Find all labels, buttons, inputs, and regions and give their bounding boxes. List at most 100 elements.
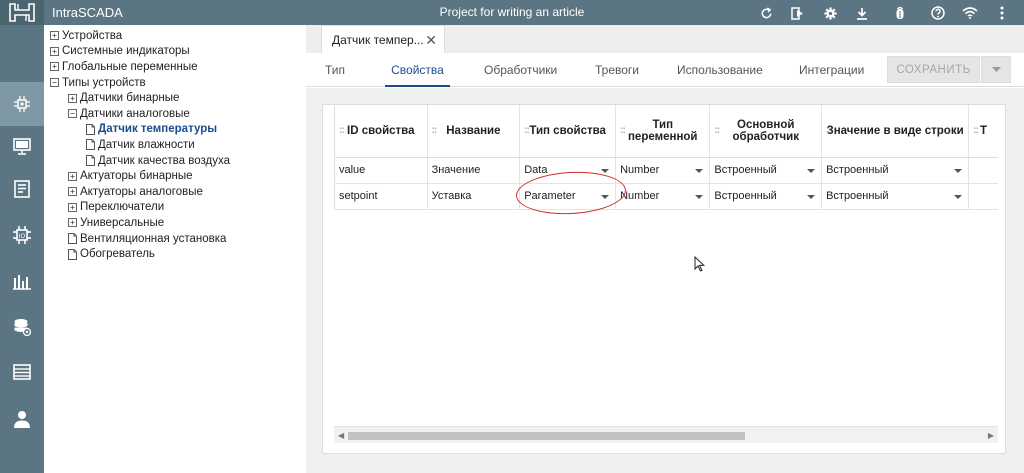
table-cell[interactable]: setpoint xyxy=(334,183,428,210)
column-header[interactable]: :: Тип переменной xyxy=(615,105,710,158)
rail-reports[interactable] xyxy=(0,167,44,211)
exit-run-icon[interactable] xyxy=(782,3,814,23)
table-cell[interactable]: Уставка xyxy=(426,183,520,210)
tree-node[interactable]: − Датчики аналоговые xyxy=(44,106,306,122)
settings-icon[interactable] xyxy=(814,3,846,23)
download-icon[interactable] xyxy=(846,3,878,23)
table-cell[interactable]: Встроенный xyxy=(821,183,969,210)
dropdown-arrow-icon[interactable] xyxy=(695,168,704,173)
expand-icon[interactable]: + xyxy=(68,218,77,228)
refresh-icon[interactable] xyxy=(750,3,782,23)
rail-charts[interactable] xyxy=(0,260,44,304)
expand-icon[interactable]: + xyxy=(50,62,59,72)
expand-icon[interactable]: + xyxy=(68,171,77,181)
tree-node-label: Актуаторы аналоговые xyxy=(80,185,203,198)
grid-scroll-area[interactable]: :: ID свойства:: Название:: Тип свойства:: Т… xyxy=(334,105,998,443)
table-cell[interactable]: Data xyxy=(519,157,616,184)
dropdown-arrow-icon[interactable] xyxy=(954,168,963,173)
tree-node[interactable]: + Глобальные переменные xyxy=(44,59,306,75)
table-cell[interactable]: Значение xyxy=(426,157,520,184)
more-vertical-icon[interactable] xyxy=(986,3,1018,23)
dropdown-arrow-icon[interactable] xyxy=(807,194,816,199)
column-header[interactable]: :: Основной обработчик xyxy=(709,105,822,158)
rail-monitor[interactable] xyxy=(0,124,44,168)
rail-devices[interactable] xyxy=(0,82,44,126)
save-button[interactable]: СОХРАНИТЬ xyxy=(887,56,980,83)
table-cell[interactable]: Number xyxy=(615,157,710,184)
tree-node[interactable]: Датчик температуры xyxy=(44,122,306,138)
table-cell[interactable]: Встроенный xyxy=(821,157,969,184)
collapse-icon[interactable]: − xyxy=(50,78,59,88)
column-header[interactable]: :: Значение в виде строки xyxy=(821,105,969,158)
table-cell[interactable] xyxy=(968,183,998,210)
subtab-alarms[interactable]: Тревоги xyxy=(595,53,639,87)
tree-node[interactable]: + Датчики бинарные xyxy=(44,90,306,106)
drag-handle-icon[interactable]: :: xyxy=(826,125,832,136)
expand-icon[interactable]: + xyxy=(68,187,77,197)
subtab-handlers[interactable]: Обработчики xyxy=(484,53,557,87)
tree-node[interactable]: + Переключатели xyxy=(44,200,306,216)
expand-icon[interactable]: + xyxy=(50,46,59,56)
table-cell[interactable]: Встроенный xyxy=(709,157,822,184)
help-icon[interactable] xyxy=(922,3,954,23)
tree-node[interactable]: Обогреватель xyxy=(44,246,306,262)
table-cell[interactable] xyxy=(968,157,998,184)
tree-node[interactable]: Датчик качества воздуха xyxy=(44,153,306,169)
table-cell[interactable]: Number xyxy=(615,183,710,210)
wifi-icon[interactable] xyxy=(954,3,986,23)
scroll-right-icon[interactable]: ▶ xyxy=(988,431,994,440)
app-logo[interactable] xyxy=(0,0,44,25)
tree-node[interactable]: Датчик влажности xyxy=(44,137,306,153)
dropdown-arrow-icon[interactable] xyxy=(807,168,816,173)
rail-user[interactable] xyxy=(0,397,44,441)
expand-icon[interactable]: + xyxy=(50,31,59,41)
scrollbar-thumb[interactable] xyxy=(348,432,745,440)
tree-node-label: Типы устройств xyxy=(62,76,146,89)
dropdown-arrow-icon[interactable] xyxy=(601,194,610,199)
rail-network[interactable]: IO xyxy=(0,213,44,257)
drag-handle-icon[interactable]: :: xyxy=(973,125,979,136)
horizontal-scrollbar[interactable]: ◀ ▶ xyxy=(334,426,998,443)
tree-node[interactable]: − Типы устройств xyxy=(44,75,306,91)
save-dropdown-button[interactable] xyxy=(981,56,1011,83)
drag-handle-icon[interactable]: :: xyxy=(620,125,626,136)
rail-archive[interactable] xyxy=(0,350,44,394)
column-header[interactable]: :: Т xyxy=(968,105,998,158)
tree-node[interactable]: + Устройства xyxy=(44,28,306,44)
dropdown-arrow-icon[interactable] xyxy=(601,168,610,173)
rail-database[interactable] xyxy=(0,305,44,349)
top-bar: IntraSCADA Project for writing an articl… xyxy=(0,0,1024,25)
drag-handle-icon[interactable]: :: xyxy=(339,125,345,136)
column-header[interactable]: :: Название xyxy=(426,105,520,158)
subtab-type[interactable]: Тип xyxy=(325,53,345,87)
tree-node[interactable]: + Актуаторы бинарные xyxy=(44,168,306,184)
column-header[interactable]: :: ID свойства xyxy=(334,105,428,158)
tree-node[interactable]: + Системные индикаторы xyxy=(44,44,306,60)
expand-icon[interactable]: + xyxy=(68,93,77,103)
table-cell[interactable]: Встроенный xyxy=(709,183,822,210)
subtab-properties[interactable]: Свойства xyxy=(385,53,450,87)
column-header[interactable]: :: Тип свойства xyxy=(519,105,616,158)
tree-node[interactable]: + Актуаторы аналоговые xyxy=(44,184,306,200)
table-row[interactable]: value Значение Data Number Встроенный Встроен… xyxy=(334,157,998,184)
monitor-icon xyxy=(13,137,31,155)
subtab-integrations[interactable]: Интеграции xyxy=(799,53,864,87)
table-cell[interactable]: Parameter xyxy=(519,183,616,210)
dropdown-arrow-icon[interactable] xyxy=(954,194,963,199)
drag-handle-icon[interactable]: :: xyxy=(524,125,530,136)
column-header-label: ID свойства xyxy=(347,124,415,137)
tab-temperature-sensor[interactable]: Датчик темпер... ✕ xyxy=(321,25,445,53)
tree-node[interactable]: Вентиляционная установка xyxy=(44,231,306,247)
tree-node[interactable]: + Универсальные xyxy=(44,215,306,231)
table-row[interactable]: setpoint Уставка Parameter Number Встроенный… xyxy=(334,183,998,210)
scroll-left-icon[interactable]: ◀ xyxy=(338,431,344,440)
dropdown-arrow-icon[interactable] xyxy=(695,194,704,199)
drag-handle-icon[interactable]: :: xyxy=(714,125,720,136)
close-icon[interactable]: ✕ xyxy=(425,32,437,49)
table-cell[interactable]: value xyxy=(334,157,428,184)
bug-icon[interactable] xyxy=(884,3,916,23)
expand-icon[interactable]: + xyxy=(68,202,77,212)
subtab-usage[interactable]: Использование xyxy=(677,53,763,87)
collapse-icon[interactable]: − xyxy=(68,109,77,119)
drag-handle-icon[interactable]: :: xyxy=(432,125,438,136)
